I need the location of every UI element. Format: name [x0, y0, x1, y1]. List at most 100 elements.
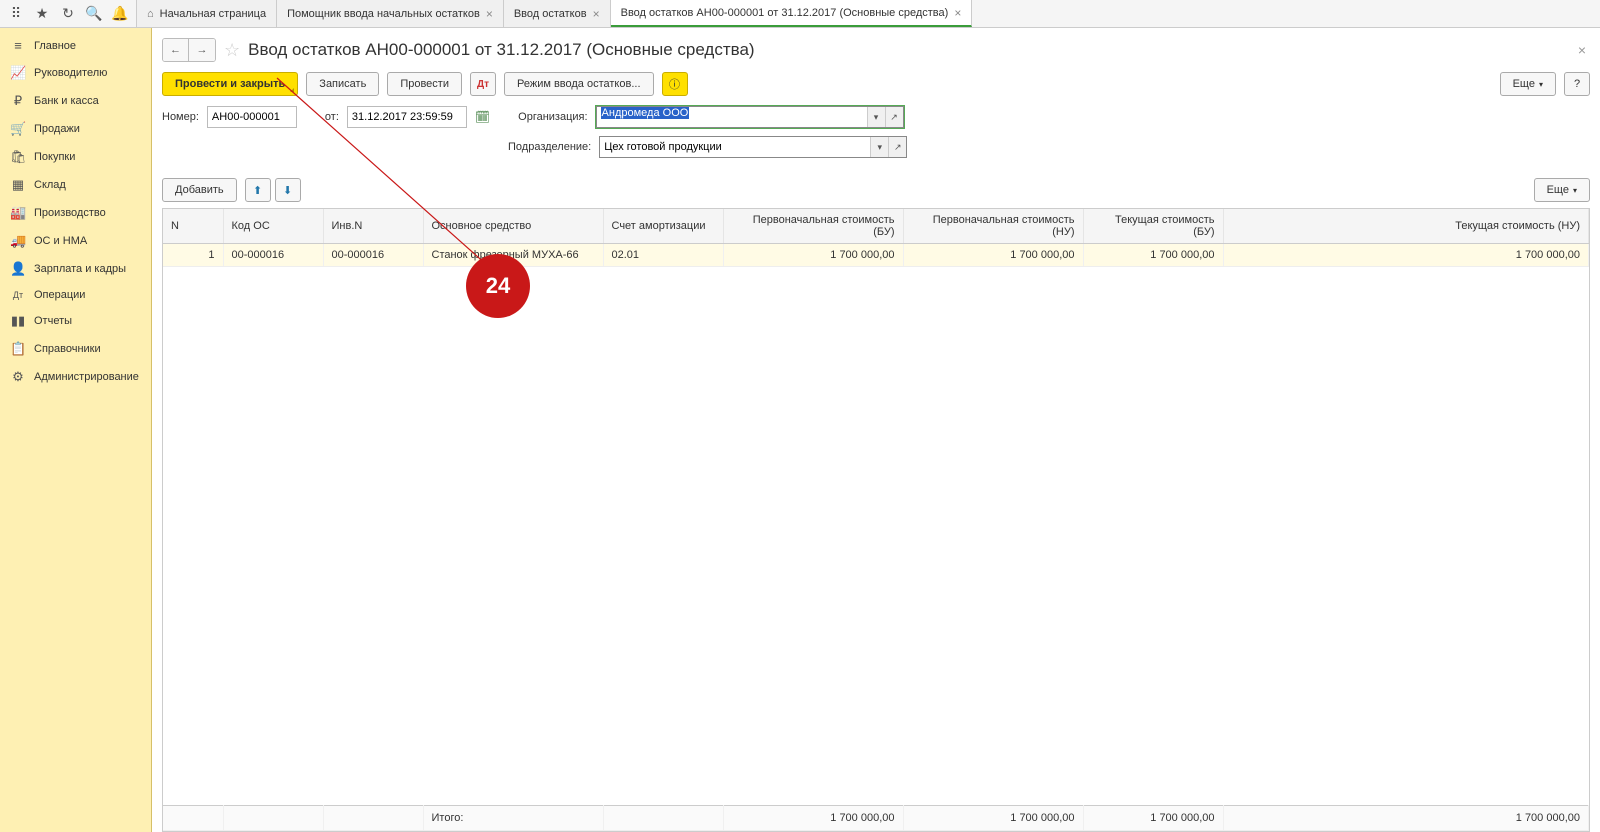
sidebar-item-reports[interactable]: ▮▮Отчеты: [0, 307, 151, 335]
col-curr-nu[interactable]: Текущая стоимость (НУ): [1223, 209, 1589, 244]
help-button[interactable]: ?: [1564, 72, 1590, 96]
sidebar-item-catalogs[interactable]: 📋Справочники: [0, 335, 151, 363]
grid-icon: ▦: [10, 177, 26, 193]
open-button[interactable]: ↗: [885, 107, 903, 127]
chevron-down-icon[interactable]: ▾: [867, 107, 885, 127]
sidebar-item-warehouse[interactable]: ▦ Склад: [0, 171, 151, 199]
apps-icon[interactable]: ⠿: [4, 2, 28, 26]
cell-curr-nu: 1 700 000,00: [1223, 244, 1589, 267]
info-button[interactable]: ⓘ: [662, 72, 688, 96]
chart-icon: 📈: [10, 65, 26, 81]
table-wrap: N Код ОС Инв.N Основное средство Счет ам…: [162, 208, 1590, 832]
col-init-nu[interactable]: Первоначальная стоимость (НУ): [903, 209, 1083, 244]
cell-init-nu: 1 700 000,00: [903, 244, 1083, 267]
more-button[interactable]: Еще▾: [1500, 72, 1556, 96]
cell-init-bu: 1 700 000,00: [723, 244, 903, 267]
tab-assistant[interactable]: Помощник ввода начальных остатков ×: [277, 0, 504, 27]
back-button[interactable]: ←: [163, 39, 189, 61]
footer-curr-nu: 1 700 000,00: [1223, 806, 1589, 831]
factory-icon: 🏭: [10, 205, 26, 221]
col-init-bu[interactable]: Первоначальная стоимость (БУ): [723, 209, 903, 244]
sidebar-item-label: Производство: [34, 207, 106, 219]
save-button[interactable]: Записать: [306, 72, 379, 96]
sidebar-item-sales[interactable]: 🛒Продажи: [0, 115, 151, 143]
sidebar-item-main[interactable]: ≡ Главное: [0, 32, 151, 59]
table-footer: Итого: 1 700 000,00 1 700 000,00 1 700 0…: [163, 805, 1589, 831]
notifications-icon[interactable]: 🔔: [108, 2, 132, 26]
cell-code: 00-000016: [223, 244, 323, 267]
tab-document[interactable]: Ввод остатков АН00-000001 от 31.12.2017 …: [611, 0, 973, 27]
mode-button[interactable]: Режим ввода остатков...: [504, 72, 654, 96]
table-toolbar: Добавить ⬆ ⬇ Еще▾: [162, 174, 1590, 206]
sidebar-item-bank[interactable]: ₽Банк и касса: [0, 87, 151, 115]
move-up-button[interactable]: ⬆: [245, 178, 271, 202]
col-n[interactable]: N: [163, 209, 223, 244]
col-amort[interactable]: Счет амортизации: [603, 209, 723, 244]
debit-icon: Дт: [10, 290, 26, 300]
sidebar-item-label: Покупки: [34, 151, 75, 163]
tab-label: Ввод остатков АН00-000001 от 31.12.2017 …: [621, 7, 949, 19]
gear-icon: ⚙: [10, 369, 26, 385]
forward-button[interactable]: →: [189, 39, 215, 61]
sidebar-item-hr[interactable]: 👤 Зарплата и кадры: [0, 255, 151, 283]
search-icon[interactable]: 🔍: [82, 2, 106, 26]
add-button[interactable]: Добавить: [162, 178, 237, 202]
assets-table: N Код ОС Инв.N Основное средство Счет ам…: [163, 209, 1589, 267]
close-icon[interactable]: ×: [486, 7, 493, 21]
favorite-icon[interactable]: ★: [30, 2, 54, 26]
ruble-icon: ₽: [10, 93, 26, 109]
footer-init-bu: 1 700 000,00: [723, 806, 903, 831]
sidebar-item-label: Склад: [34, 179, 66, 191]
sidebar-item-label: Главное: [34, 40, 76, 52]
sidebar-item-operations[interactable]: ДтОперации: [0, 283, 151, 307]
star-icon[interactable]: ☆: [224, 40, 240, 61]
sidebar-item-label: Зарплата и кадры: [34, 263, 126, 275]
clipboard-icon: 📋: [10, 341, 26, 357]
post-and-close-button[interactable]: Провести и закрыть: [162, 72, 298, 96]
move-down-button[interactable]: ⬇: [275, 178, 301, 202]
form-row-2: Подразделение: ▾ ↗: [162, 136, 1590, 166]
calendar-icon[interactable]: 🗓: [475, 110, 490, 124]
cell-inv: 00-000016: [323, 244, 423, 267]
person-icon: 👤: [10, 261, 26, 277]
action-bar: Провести и закрыть Записать Провести Дт …: [162, 72, 1590, 106]
sidebar-item-production[interactable]: 🏭 Производство: [0, 199, 151, 227]
col-code[interactable]: Код ОС: [223, 209, 323, 244]
form-row-1: Номер: от: 🗓 Организация: Андромеда ООО …: [162, 106, 1590, 136]
sidebar-item-purchases[interactable]: 🛍Покупки: [0, 143, 151, 171]
sidebar-item-admin[interactable]: ⚙Администрирование: [0, 363, 151, 391]
tab-home[interactable]: ⌂ Начальная страница: [137, 0, 277, 27]
menu-icon: ≡: [10, 38, 26, 53]
table-empty-area[interactable]: [163, 267, 1589, 805]
sidebar-item-assets[interactable]: 🚚ОС и НМА: [0, 227, 151, 255]
dept-input[interactable]: [600, 137, 870, 157]
col-asset[interactable]: Основное средство: [423, 209, 603, 244]
close-icon[interactable]: ×: [593, 7, 600, 21]
table-more-button[interactable]: Еще▾: [1534, 178, 1590, 202]
sidebar-item-label: ОС и НМА: [34, 235, 87, 247]
org-combo[interactable]: Андромеда ООО ▾ ↗: [596, 106, 904, 128]
dt-kt-button[interactable]: Дт: [470, 72, 496, 96]
table-row[interactable]: 1 00-000016 00-000016 Станок фрезерный М…: [163, 244, 1589, 267]
sidebar-item-manager[interactable]: 📈Руководителю: [0, 59, 151, 87]
table-header-row: N Код ОС Инв.N Основное средство Счет ам…: [163, 209, 1589, 244]
cell-n: 1: [163, 244, 223, 267]
chevron-down-icon[interactable]: ▾: [870, 137, 888, 157]
cell-curr-bu: 1 700 000,00: [1083, 244, 1223, 267]
dept-label: Подразделение:: [508, 141, 591, 153]
cart-icon: 🛒: [10, 121, 26, 137]
open-button[interactable]: ↗: [888, 137, 906, 157]
top-toolbar: ⠿ ★ ↻ 🔍 🔔 ⌂ Начальная страница Помощник …: [0, 0, 1600, 28]
close-icon[interactable]: ×: [954, 6, 961, 20]
dept-combo[interactable]: ▾ ↗: [599, 136, 907, 158]
org-input[interactable]: Андромеда ООО: [597, 107, 867, 127]
date-input[interactable]: [347, 106, 467, 128]
col-curr-bu[interactable]: Текущая стоимость (БУ): [1083, 209, 1223, 244]
home-icon: ⌂: [147, 8, 154, 20]
col-inv[interactable]: Инв.N: [323, 209, 423, 244]
tab-entries[interactable]: Ввод остатков ×: [504, 0, 611, 27]
close-page-button[interactable]: ×: [1578, 42, 1590, 58]
history-icon[interactable]: ↻: [56, 2, 80, 26]
post-button[interactable]: Провести: [387, 72, 462, 96]
number-input[interactable]: [207, 106, 297, 128]
